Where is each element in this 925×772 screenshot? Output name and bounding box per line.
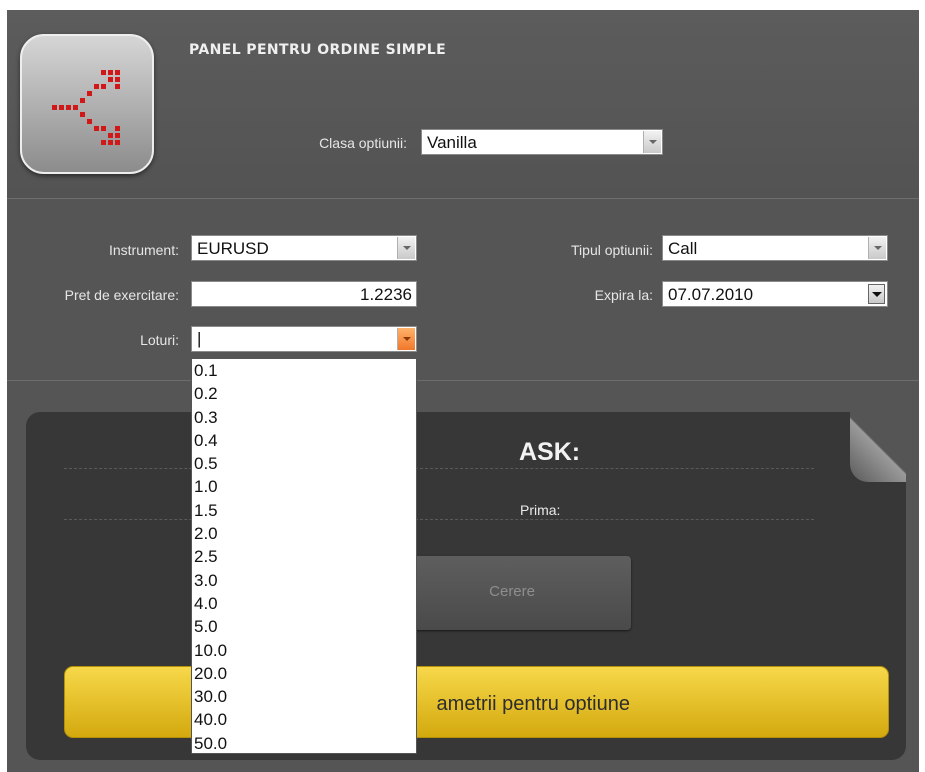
lots-option[interactable]: 20.0 bbox=[192, 662, 416, 685]
expiry-label: Expira la: bbox=[594, 287, 653, 303]
option-parameters-button[interactable]: ametrii pentru optiune bbox=[64, 666, 889, 738]
option-class-select[interactable]: Vanilla bbox=[421, 129, 663, 155]
page-curl-decoration bbox=[850, 412, 906, 482]
lots-option[interactable]: 10.0 bbox=[192, 639, 416, 662]
chevron-down-icon[interactable] bbox=[397, 237, 415, 259]
divider-line bbox=[64, 468, 814, 469]
instrument-select[interactable]: EURUSD bbox=[191, 235, 417, 261]
ask-label: ASK: bbox=[519, 438, 581, 466]
lots-dropdown-list[interactable]: 0.1 0.2 0.3 0.4 0.5 1.0 1.5 2.0 2.5 3.0 4.0 5.0 10.0… bbox=[191, 358, 417, 754]
option-type-label: Tipul optiunii: bbox=[571, 242, 653, 258]
chevron-down-icon[interactable] bbox=[868, 237, 886, 259]
lots-option[interactable]: 1.5 bbox=[192, 499, 416, 522]
lots-option[interactable]: 2.5 bbox=[192, 545, 416, 568]
instrument-label: Instrument: bbox=[108, 242, 179, 258]
instrument-value: EURUSD bbox=[197, 239, 269, 258]
option-class-value: Vanilla bbox=[427, 133, 477, 152]
panel-title: PANEL PENTRU ORDINE SIMPLE bbox=[189, 42, 447, 58]
strike-input[interactable]: 1.2236 bbox=[191, 281, 417, 307]
expiry-value: 07.07.2010 bbox=[668, 285, 754, 304]
red-split-arrows-icon bbox=[20, 34, 154, 174]
order-panel-window: PANEL PENTRU ORDINE SIMPLE Clasa optiuni… bbox=[7, 10, 919, 772]
lots-label: Loturi: bbox=[140, 332, 179, 348]
option-class-label: Clasa optiunii: bbox=[319, 135, 407, 151]
lots-option[interactable]: 4.0 bbox=[192, 592, 416, 615]
lots-option[interactable]: 50.0 bbox=[192, 732, 416, 753]
option-type-value: Call bbox=[668, 239, 698, 258]
lots-option[interactable]: 0.1 bbox=[192, 359, 416, 382]
lots-option[interactable]: 30.0 bbox=[192, 685, 416, 708]
lots-option[interactable]: 5.0 bbox=[192, 615, 416, 638]
lots-option[interactable]: 40.0 bbox=[192, 708, 416, 731]
lots-option[interactable]: 2.0 bbox=[192, 522, 416, 545]
chevron-down-icon[interactable] bbox=[643, 131, 661, 153]
lots-option[interactable]: 0.4 bbox=[192, 429, 416, 452]
panel-header: PANEL PENTRU ORDINE SIMPLE Clasa optiuni… bbox=[7, 10, 919, 199]
premium-label: Prima: bbox=[520, 502, 561, 518]
expiry-date-picker[interactable]: 07.07.2010 bbox=[662, 281, 888, 307]
chevron-down-icon[interactable] bbox=[868, 284, 885, 304]
lots-option[interactable]: 0.3 bbox=[192, 406, 416, 429]
lots-select[interactable]: | bbox=[191, 326, 417, 352]
chevron-down-icon[interactable] bbox=[397, 328, 415, 350]
lots-option[interactable]: 0.5 bbox=[192, 452, 416, 475]
lots-caret: | bbox=[197, 329, 202, 348]
strike-label: Pret de exercitare: bbox=[64, 287, 179, 303]
divider-line bbox=[64, 519, 814, 520]
option-type-select[interactable]: Call bbox=[662, 235, 888, 261]
lots-option[interactable]: 1.0 bbox=[192, 475, 416, 498]
lots-option[interactable]: 0.2 bbox=[192, 382, 416, 405]
strike-value: 1.2236 bbox=[360, 285, 412, 304]
section-divider bbox=[7, 380, 919, 381]
lots-option[interactable]: 3.0 bbox=[192, 569, 416, 592]
